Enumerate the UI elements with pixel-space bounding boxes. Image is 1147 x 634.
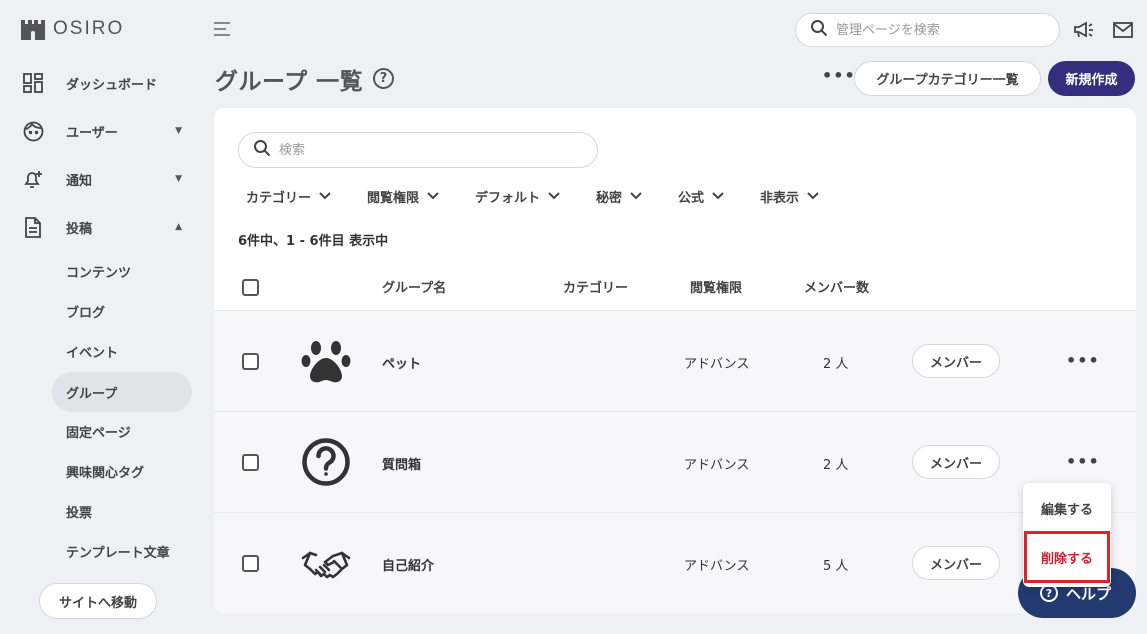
row-checkbox[interactable] bbox=[242, 454, 259, 471]
members-button[interactable]: メンバー bbox=[912, 344, 1000, 378]
filter-official[interactable]: 公式 bbox=[678, 186, 724, 206]
document-icon bbox=[22, 216, 44, 238]
group-member-count: 2 人 bbox=[823, 357, 849, 372]
column-header-category[interactable]: カテゴリー bbox=[563, 277, 628, 296]
row-context-menu: 編集する 削除する bbox=[1023, 483, 1111, 587]
sidebar-sub-item-contents[interactable]: コンテンツ bbox=[52, 251, 192, 291]
caret-up-icon: ▲ bbox=[175, 222, 182, 232]
filter-label: 非表示 bbox=[760, 190, 800, 206]
sidebar-sub-item-interest-tag[interactable]: 興味関心タグ bbox=[52, 451, 192, 491]
table-row[interactable]: 自己紹介 アドバンス 5 人 メンバー ••• bbox=[214, 512, 1136, 613]
column-header-name[interactable]: グループ名 bbox=[382, 277, 446, 296]
chevron-down-icon bbox=[319, 189, 331, 204]
dashboard-icon bbox=[22, 72, 44, 94]
sidebar: OSIRO ダッシュボード ユーザー ▼ 通知 ▼ 投稿 ▲ コンテンツ ブログ… bbox=[0, 0, 200, 634]
sidebar-item-label: 通知 bbox=[66, 173, 93, 189]
table-row[interactable]: 質問箱 アドバンス 2 人 メンバー ••• bbox=[214, 411, 1136, 512]
sidebar-sub-item-group[interactable]: グループ bbox=[52, 372, 192, 412]
filter-default[interactable]: デフォルト bbox=[475, 186, 560, 206]
filter-label: カテゴリー bbox=[246, 190, 312, 206]
megaphone-icon[interactable] bbox=[1073, 20, 1095, 44]
more-options-icon[interactable]: ••• bbox=[822, 66, 856, 85]
select-all-checkbox[interactable] bbox=[242, 279, 259, 296]
table-row[interactable]: ペット アドバンス 2 人 メンバー ••• bbox=[214, 310, 1136, 411]
delete-menu-item[interactable]: 削除する bbox=[1024, 531, 1110, 583]
hamburger-icon[interactable] bbox=[213, 20, 231, 42]
group-permission: アドバンス bbox=[684, 559, 750, 574]
admin-search[interactable] bbox=[795, 13, 1060, 47]
page-title: グループ 一覧 bbox=[215, 69, 364, 95]
logo-text: OSIRO bbox=[53, 18, 125, 39]
chevron-down-icon bbox=[807, 189, 819, 204]
filter-label: 閲覧権限 bbox=[367, 190, 420, 206]
row-checkbox[interactable] bbox=[242, 555, 259, 572]
admin-search-input[interactable] bbox=[836, 22, 1036, 38]
sidebar-item-posts[interactable]: 投稿 ▲ bbox=[22, 207, 192, 247]
group-search-input[interactable] bbox=[279, 142, 579, 158]
row-checkbox[interactable] bbox=[242, 353, 259, 370]
filter-secret[interactable]: 秘密 bbox=[596, 186, 642, 206]
group-member-count: 5 人 bbox=[823, 559, 849, 574]
result-count: 6件中、1 - 6件目 表示中 bbox=[238, 234, 389, 249]
sidebar-item-dashboard[interactable]: ダッシュボード bbox=[22, 63, 192, 103]
filter-hidden[interactable]: 非表示 bbox=[760, 186, 819, 206]
column-header-permission[interactable]: 閲覧権限 bbox=[690, 277, 742, 296]
filter-category[interactable]: カテゴリー bbox=[246, 186, 331, 206]
handshake-icon bbox=[301, 538, 351, 588]
group-permission: アドバンス bbox=[684, 357, 750, 372]
sidebar-sub-item-blog[interactable]: ブログ bbox=[52, 291, 192, 331]
column-header-members[interactable]: メンバー数 bbox=[804, 277, 869, 296]
question-circle-icon bbox=[301, 437, 351, 487]
user-face-icon bbox=[22, 120, 44, 142]
group-list-card: カテゴリー 閲覧権限 デフォルト 秘密 公式 非表示 6件中、1 - 6件目 表… bbox=[214, 108, 1136, 613]
sidebar-item-notifications[interactable]: 通知 ▼ bbox=[22, 159, 192, 199]
group-permission: アドバンス bbox=[684, 458, 750, 473]
filter-label: 公式 bbox=[678, 190, 705, 206]
chevron-down-icon bbox=[427, 189, 439, 204]
group-search[interactable] bbox=[238, 132, 598, 168]
sidebar-item-label: 投稿 bbox=[66, 221, 93, 237]
search-icon bbox=[253, 139, 271, 161]
go-to-site-button[interactable]: サイトへ移動 bbox=[39, 583, 157, 619]
group-member-count: 2 人 bbox=[823, 458, 849, 473]
sidebar-item-label: ユーザー bbox=[66, 125, 118, 141]
chevron-down-icon bbox=[630, 189, 642, 204]
members-button[interactable]: メンバー bbox=[912, 445, 1000, 479]
members-button[interactable]: メンバー bbox=[912, 546, 1000, 580]
group-name: 質問箱 bbox=[382, 458, 422, 473]
group-name: ペット bbox=[382, 357, 422, 372]
bell-plus-icon bbox=[22, 168, 44, 190]
filter-label: デフォルト bbox=[475, 190, 541, 206]
filter-permission[interactable]: 閲覧権限 bbox=[367, 186, 439, 206]
search-icon bbox=[810, 19, 828, 41]
castle-icon bbox=[20, 18, 46, 40]
filter-label: 秘密 bbox=[596, 190, 623, 206]
logo[interactable]: OSIRO bbox=[20, 18, 124, 40]
sidebar-item-users[interactable]: ユーザー ▼ bbox=[22, 111, 192, 151]
row-more-icon[interactable]: ••• bbox=[1066, 351, 1100, 370]
caret-down-icon: ▼ bbox=[175, 126, 182, 136]
chevron-down-icon bbox=[548, 189, 560, 204]
sidebar-item-label: ダッシュボード bbox=[66, 77, 158, 93]
sidebar-sub-item-template[interactable]: テンプレート文章 bbox=[52, 531, 192, 571]
caret-down-icon: ▼ bbox=[175, 174, 182, 184]
sidebar-sub-item-poll[interactable]: 投票 bbox=[52, 491, 192, 531]
paw-icon bbox=[301, 336, 351, 386]
group-category-list-button[interactable]: グループカテゴリー一覧 bbox=[854, 61, 1041, 96]
mail-icon[interactable] bbox=[1113, 22, 1133, 42]
chevron-down-icon bbox=[712, 189, 724, 204]
edit-menu-item[interactable]: 編集する bbox=[1023, 491, 1111, 525]
help-icon[interactable]: ? bbox=[373, 68, 394, 89]
sidebar-sub-item-event[interactable]: イベント bbox=[52, 331, 192, 371]
group-name: 自己紹介 bbox=[382, 559, 435, 574]
row-more-icon[interactable]: ••• bbox=[1066, 452, 1100, 471]
create-new-button[interactable]: 新規作成 bbox=[1048, 61, 1135, 96]
sidebar-sub-item-fixed-page[interactable]: 固定ページ bbox=[52, 411, 192, 451]
